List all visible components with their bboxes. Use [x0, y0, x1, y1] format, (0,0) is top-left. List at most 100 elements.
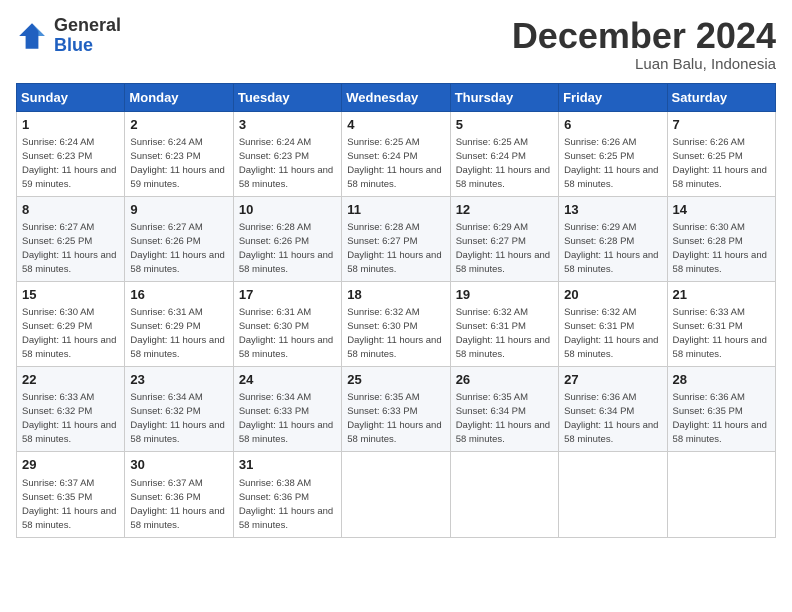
calendar-day-cell: 19Sunrise: 6:32 AMSunset: 6:31 PMDayligh…	[450, 281, 558, 366]
day-info: Sunrise: 6:31 AMSunset: 6:30 PMDaylight:…	[239, 307, 333, 360]
day-info: Sunrise: 6:27 AMSunset: 6:26 PMDaylight:…	[130, 222, 224, 275]
day-info: Sunrise: 6:34 AMSunset: 6:33 PMDaylight:…	[239, 392, 333, 445]
day-info: Sunrise: 6:31 AMSunset: 6:29 PMDaylight:…	[130, 307, 224, 360]
day-number: 28	[673, 371, 770, 389]
page-header: General Blue December 2024 Luan Balu, In…	[16, 16, 776, 73]
weekday-header: Thursday	[450, 83, 558, 111]
calendar-day-cell: 25 Sunrise: 6:35 AMSunset: 6:33 PMDayligh…	[342, 367, 450, 452]
calendar-day-cell: 3Sunrise: 6:24 AMSunset: 6:23 PMDaylight…	[233, 111, 341, 196]
day-info: Sunrise: 6:35 AMSunset: 6:33 PMDaylight:…	[347, 392, 441, 445]
day-number: 21	[673, 286, 770, 304]
weekday-header: Monday	[125, 83, 233, 111]
calendar-day-cell: 29 Sunrise: 6:37 AMSunset: 6:35 PMDayligh…	[17, 452, 125, 537]
day-number: 13	[564, 201, 661, 219]
calendar-day-cell: 30Sunrise: 6:37 AMSunset: 6:36 PMDayligh…	[125, 452, 233, 537]
day-number: 12	[456, 201, 553, 219]
calendar-day-cell: 11 Sunrise: 6:28 AMSunset: 6:27 PMDayligh…	[342, 196, 450, 281]
day-number: 16	[130, 286, 227, 304]
calendar-day-cell: 6 Sunrise: 6:26 AMSunset: 6:25 PMDaylight…	[559, 111, 667, 196]
calendar-day-cell: 20Sunrise: 6:32 AMSunset: 6:31 PMDayligh…	[559, 281, 667, 366]
logo-icon	[16, 20, 48, 52]
calendar-day-cell: 21 Sunrise: 6:33 AMSunset: 6:31 PMDayligh…	[667, 281, 775, 366]
day-number: 24	[239, 371, 336, 389]
day-number: 9	[130, 201, 227, 219]
calendar-week-row: 15 Sunrise: 6:30 AMSunset: 6:29 PMDayligh…	[17, 281, 776, 366]
calendar-day-cell: 13 Sunrise: 6:29 AMSunset: 6:28 PMDayligh…	[559, 196, 667, 281]
day-info: Sunrise: 6:37 AMSunset: 6:35 PMDaylight:…	[22, 478, 116, 531]
calendar-day-cell: 8Sunrise: 6:27 AMSunset: 6:25 PMDaylight…	[17, 196, 125, 281]
calendar-day-cell	[342, 452, 450, 537]
day-number: 29	[22, 456, 119, 474]
weekday-header: Wednesday	[342, 83, 450, 111]
calendar-day-cell: 18 Sunrise: 6:32 AMSunset: 6:30 PMDayligh…	[342, 281, 450, 366]
day-info: Sunrise: 6:33 AMSunset: 6:31 PMDaylight:…	[673, 307, 767, 360]
day-info: Sunrise: 6:26 AMSunset: 6:25 PMDaylight:…	[564, 137, 658, 190]
day-info: Sunrise: 6:35 AMSunset: 6:34 PMDaylight:…	[456, 392, 550, 445]
day-info: Sunrise: 6:24 AMSunset: 6:23 PMDaylight:…	[22, 137, 116, 190]
calendar-day-cell: 12 Sunrise: 6:29 AMSunset: 6:27 PMDayligh…	[450, 196, 558, 281]
day-info: Sunrise: 6:32 AMSunset: 6:30 PMDaylight:…	[347, 307, 441, 360]
day-number: 15	[22, 286, 119, 304]
day-number: 11	[347, 201, 444, 219]
day-info: Sunrise: 6:37 AMSunset: 6:36 PMDaylight:…	[130, 478, 224, 531]
calendar-day-cell: 5 Sunrise: 6:25 AMSunset: 6:24 PMDaylight…	[450, 111, 558, 196]
day-number: 25	[347, 371, 444, 389]
day-number: 18	[347, 286, 444, 304]
calendar-week-row: 1 Sunrise: 6:24 AMSunset: 6:23 PMDaylight…	[17, 111, 776, 196]
calendar-day-cell: 26Sunrise: 6:35 AMSunset: 6:34 PMDayligh…	[450, 367, 558, 452]
day-info: Sunrise: 6:25 AMSunset: 6:24 PMDaylight:…	[456, 137, 550, 190]
weekday-header: Sunday	[17, 83, 125, 111]
calendar-day-cell: 22 Sunrise: 6:33 AMSunset: 6:32 PMDayligh…	[17, 367, 125, 452]
day-number: 6	[564, 116, 661, 134]
day-info: Sunrise: 6:36 AMSunset: 6:35 PMDaylight:…	[673, 392, 767, 445]
calendar: SundayMondayTuesdayWednesdayThursdayFrid…	[16, 83, 776, 538]
day-number: 23	[130, 371, 227, 389]
calendar-day-cell: 31Sunrise: 6:38 AMSunset: 6:36 PMDayligh…	[233, 452, 341, 537]
day-info: Sunrise: 6:30 AMSunset: 6:29 PMDaylight:…	[22, 307, 116, 360]
calendar-week-row: 29 Sunrise: 6:37 AMSunset: 6:35 PMDayligh…	[17, 452, 776, 537]
logo: General Blue	[16, 16, 121, 56]
month-title: December 2024	[512, 16, 776, 56]
day-number: 5	[456, 116, 553, 134]
day-info: Sunrise: 6:29 AMSunset: 6:27 PMDaylight:…	[456, 222, 550, 275]
day-info: Sunrise: 6:26 AMSunset: 6:25 PMDaylight:…	[673, 137, 767, 190]
day-number: 22	[22, 371, 119, 389]
weekday-header: Tuesday	[233, 83, 341, 111]
day-info: Sunrise: 6:27 AMSunset: 6:25 PMDaylight:…	[22, 222, 116, 275]
calendar-week-row: 22 Sunrise: 6:33 AMSunset: 6:32 PMDayligh…	[17, 367, 776, 452]
calendar-day-cell: 4Sunrise: 6:25 AMSunset: 6:24 PMDaylight…	[342, 111, 450, 196]
calendar-day-cell: 2Sunrise: 6:24 AMSunset: 6:23 PMDaylight…	[125, 111, 233, 196]
day-number: 1	[22, 116, 119, 134]
calendar-day-cell: 24 Sunrise: 6:34 AMSunset: 6:33 PMDayligh…	[233, 367, 341, 452]
calendar-day-cell: 1 Sunrise: 6:24 AMSunset: 6:23 PMDaylight…	[17, 111, 125, 196]
day-number: 27	[564, 371, 661, 389]
calendar-day-cell	[450, 452, 558, 537]
logo-line2: Blue	[54, 36, 121, 56]
day-info: Sunrise: 6:28 AMSunset: 6:26 PMDaylight:…	[239, 222, 333, 275]
calendar-day-cell: 15 Sunrise: 6:30 AMSunset: 6:29 PMDayligh…	[17, 281, 125, 366]
day-number: 19	[456, 286, 553, 304]
day-number: 31	[239, 456, 336, 474]
title-area: December 2024 Luan Balu, Indonesia	[512, 16, 776, 73]
day-info: Sunrise: 6:28 AMSunset: 6:27 PMDaylight:…	[347, 222, 441, 275]
day-number: 10	[239, 201, 336, 219]
day-info: Sunrise: 6:33 AMSunset: 6:32 PMDaylight:…	[22, 392, 116, 445]
day-info: Sunrise: 6:24 AMSunset: 6:23 PMDaylight:…	[239, 137, 333, 190]
day-info: Sunrise: 6:29 AMSunset: 6:28 PMDaylight:…	[564, 222, 658, 275]
calendar-day-cell: 17Sunrise: 6:31 AMSunset: 6:30 PMDayligh…	[233, 281, 341, 366]
day-number: 20	[564, 286, 661, 304]
day-number: 14	[673, 201, 770, 219]
day-info: Sunrise: 6:30 AMSunset: 6:28 PMDaylight:…	[673, 222, 767, 275]
calendar-day-cell: 9 Sunrise: 6:27 AMSunset: 6:26 PMDaylight…	[125, 196, 233, 281]
location: Luan Balu, Indonesia	[512, 56, 776, 73]
calendar-day-cell: 7 Sunrise: 6:26 AMSunset: 6:25 PMDaylight…	[667, 111, 775, 196]
calendar-day-cell: 10 Sunrise: 6:28 AMSunset: 6:26 PMDayligh…	[233, 196, 341, 281]
calendar-day-cell: 27 Sunrise: 6:36 AMSunset: 6:34 PMDayligh…	[559, 367, 667, 452]
logo-line1: General	[54, 16, 121, 36]
day-number: 7	[673, 116, 770, 134]
day-info: Sunrise: 6:25 AMSunset: 6:24 PMDaylight:…	[347, 137, 441, 190]
calendar-day-cell	[559, 452, 667, 537]
calendar-day-cell: 14 Sunrise: 6:30 AMSunset: 6:28 PMDayligh…	[667, 196, 775, 281]
day-info: Sunrise: 6:36 AMSunset: 6:34 PMDaylight:…	[564, 392, 658, 445]
weekday-header-row: SundayMondayTuesdayWednesdayThursdayFrid…	[17, 83, 776, 111]
